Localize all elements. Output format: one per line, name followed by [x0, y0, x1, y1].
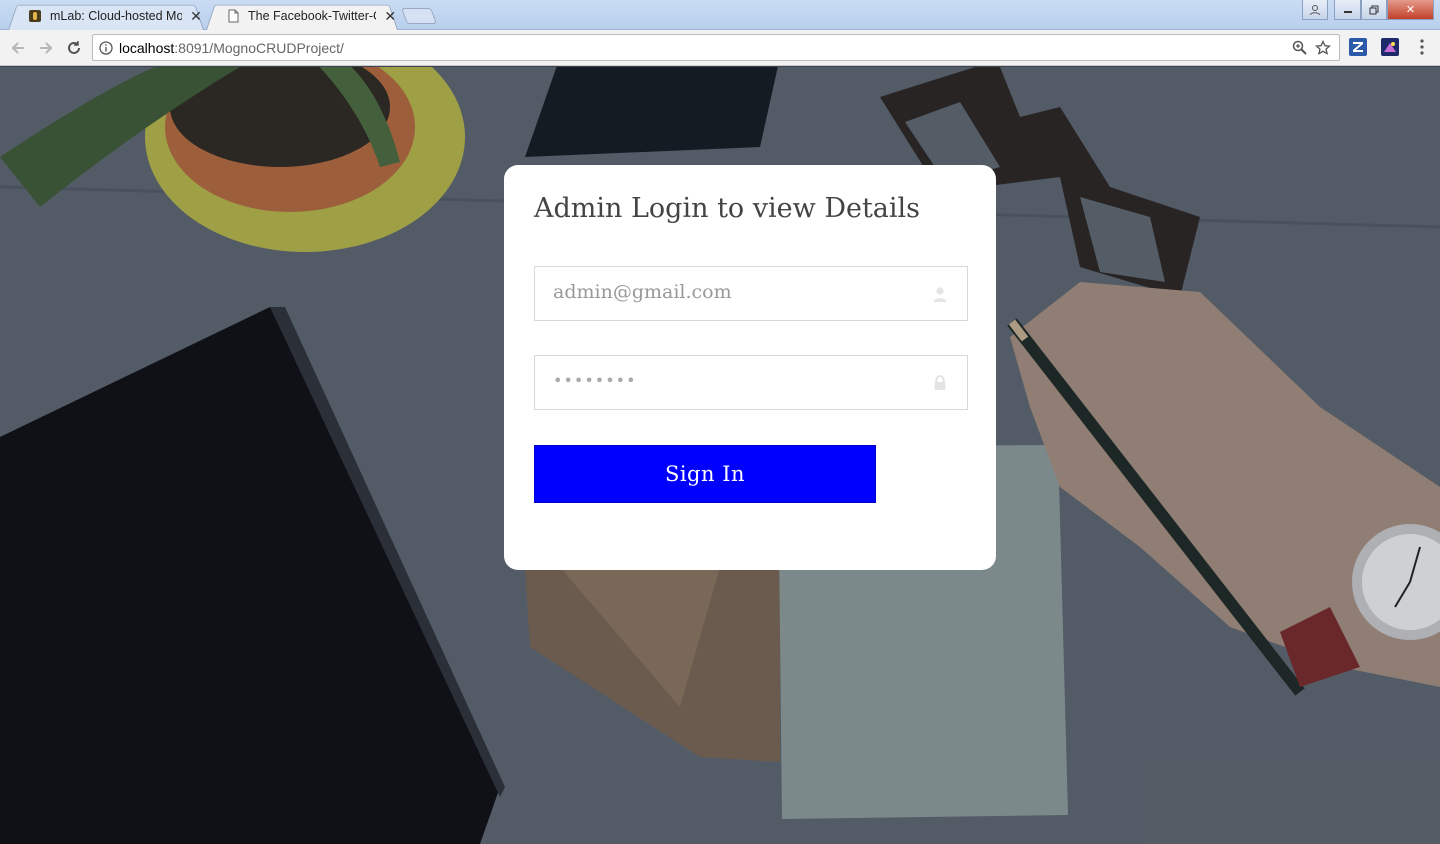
url-path: :8091/MognoCRUDProject/ — [174, 39, 344, 56]
close-icon[interactable]: ✕ — [1387, 0, 1434, 20]
tab-title: The Facebook-Twitter-Go — [248, 9, 377, 23]
address-bar[interactable]: localhost:8091/MognoCRUDProject/ — [92, 34, 1340, 61]
browser-toolbar: localhost:8091/MognoCRUDProject/ — [0, 30, 1440, 66]
info-icon[interactable] — [93, 40, 119, 55]
lock-icon — [931, 374, 949, 392]
star-icon[interactable] — [1314, 39, 1332, 59]
email-field[interactable] — [534, 266, 968, 321]
password-field[interactable] — [534, 355, 968, 410]
page-icon — [226, 9, 240, 23]
user-icon — [931, 285, 949, 303]
window-controls — [1302, 0, 1328, 20]
extension-icon[interactable] — [1381, 38, 1399, 56]
login-card: Admin Login to view Details Sign In — [504, 165, 996, 570]
profile-icon[interactable] — [1302, 0, 1328, 20]
tab-mlab[interactable]: mLab: Cloud-hosted Mo ✕ — [8, 2, 204, 30]
mlab-favicon — [28, 9, 42, 23]
back-arrow-icon[interactable] — [6, 36, 30, 60]
zotero-icon[interactable] — [1349, 38, 1367, 56]
minimize-icon[interactable] — [1334, 0, 1361, 20]
tab-close-icon[interactable]: ✕ — [188, 8, 204, 24]
reload-icon[interactable] — [62, 36, 86, 60]
forward-arrow-icon[interactable] — [34, 36, 58, 60]
password-input[interactable] — [535, 356, 967, 409]
menu-icon[interactable] — [1413, 38, 1431, 56]
window-buttons: ✕ — [1334, 0, 1434, 20]
browser-tabstrip: mLab: Cloud-hosted Mo ✕ The Facebook-Twi… — [0, 0, 1440, 30]
login-title: Admin Login to view Details — [534, 193, 921, 224]
sign-in-button[interactable]: Sign In — [534, 445, 876, 503]
new-tab-button[interactable] — [401, 8, 437, 24]
tab-title: mLab: Cloud-hosted Mo — [50, 9, 182, 23]
tab-close-icon[interactable]: ✕ — [382, 8, 398, 24]
zoom-icon[interactable] — [1292, 40, 1307, 59]
page-viewport: Admin Login to view Details Sign In — [0, 67, 1440, 844]
url-host: localhost — [119, 39, 175, 56]
restore-icon[interactable] — [1361, 0, 1387, 20]
email-input[interactable] — [535, 267, 967, 320]
tab-facebook-twitter[interactable]: The Facebook-Twitter-Go ✕ — [206, 2, 398, 30]
